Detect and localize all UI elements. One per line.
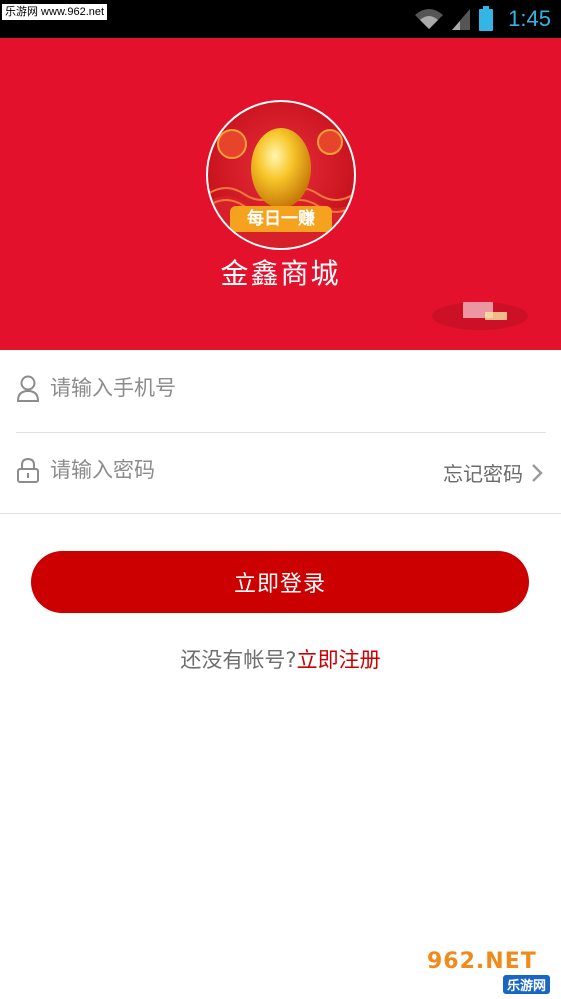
app-logo: 每日一赚: [206, 100, 356, 250]
site-watermark: 乐游网 www.962.net: [2, 4, 108, 20]
battery-icon: [479, 6, 494, 31]
lock-icon: [17, 457, 39, 483]
password-input[interactable]: [50, 452, 350, 488]
login-button[interactable]: 立即登录: [31, 551, 529, 613]
login-page: 乐游网 www.962.net 1:45 每日一赚 金鑫商城 请输入手机号 忘记…: [0, 0, 561, 999]
signal-icon: [452, 9, 471, 30]
phone-input[interactable]: [50, 370, 390, 406]
register-prompt-line: 还没有帐号?立即注册: [0, 644, 561, 674]
register-link[interactable]: 立即注册: [297, 648, 381, 672]
clock: 1:45: [508, 6, 551, 31]
user-icon: [16, 375, 40, 402]
decorative-graphic: [432, 302, 528, 330]
wifi-icon: [415, 9, 444, 29]
forgot-password-label: 忘记密码: [443, 462, 523, 486]
watermark-name: 乐游网: [503, 975, 551, 994]
phone-row: [0, 350, 561, 430]
status-icons: 1:45: [414, 5, 551, 33]
watermark-domain: 962.NET: [427, 949, 537, 974]
app-name: 金鑫商城: [220, 257, 341, 290]
register-prompt: 还没有帐号?: [180, 648, 297, 672]
status-bar: 乐游网 www.962.net 1:45: [0, 0, 561, 38]
password-row: 忘记密码: [0, 432, 561, 512]
header-banner: 每日一赚 金鑫商城: [0, 38, 561, 350]
divider: [0, 513, 561, 514]
forgot-password-link[interactable]: 忘记密码: [443, 458, 543, 487]
chevron-right-icon: [532, 463, 543, 482]
site-watermark-logo: 962.NET 乐游网: [419, 949, 555, 995]
logo-caption: 每日一赚: [247, 209, 315, 229]
